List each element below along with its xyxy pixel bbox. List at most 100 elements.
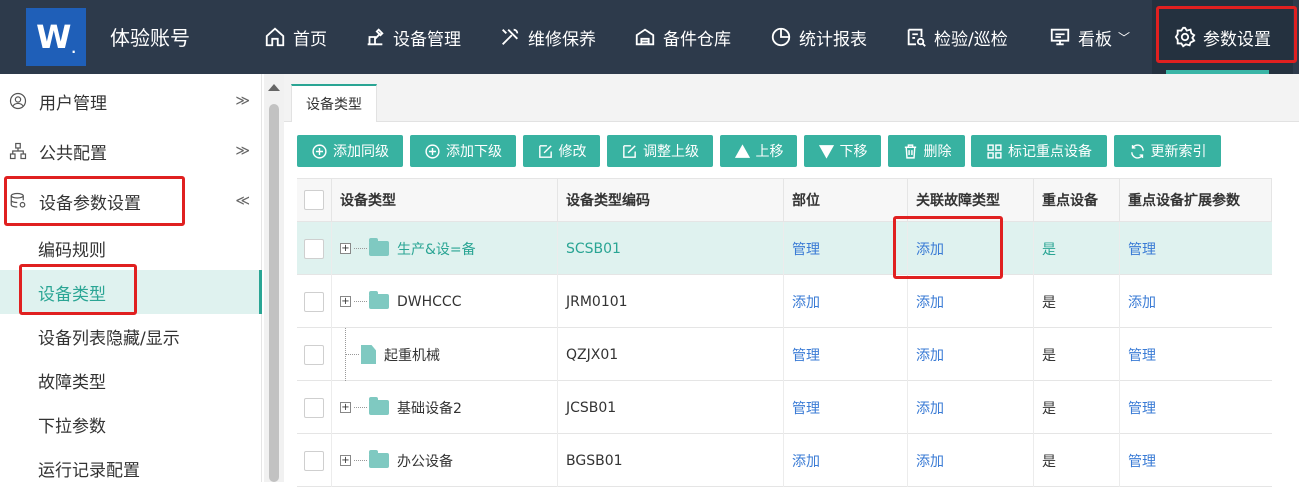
expand-icon[interactable]: + — [340, 455, 351, 466]
row-checkbox[interactable] — [304, 344, 324, 365]
expand-icon[interactable]: + — [340, 243, 351, 254]
edit-icon — [538, 144, 552, 158]
fault-type-cell: 添加 — [907, 275, 1033, 328]
key-ext-params-link[interactable]: 管理 — [1128, 345, 1156, 365]
device-type-cell[interactable]: + DWHCCC — [331, 275, 557, 328]
part-cell: 管理 — [783, 328, 907, 381]
device-type-cell[interactable]: 起重机械 — [331, 328, 557, 381]
tree-line — [346, 354, 359, 355]
fault-type-cell: 添加 — [907, 328, 1033, 381]
sidebar-item-code-rules[interactable]: 编码规则 — [0, 226, 262, 270]
machine-icon — [367, 28, 384, 46]
tree-line — [354, 248, 367, 249]
row-checkbox[interactable] — [304, 397, 324, 418]
row-checkbox-cell — [297, 275, 331, 328]
sidebar-group-user-management[interactable]: 用户管理 ≫ — [0, 76, 262, 126]
nav-parameter-settings[interactable]: 参数设置 — [1152, 0, 1293, 74]
expand-icon[interactable]: + — [340, 402, 351, 413]
part-link[interactable]: 管理 — [792, 345, 820, 365]
key-ext-params-link[interactable]: 添加 — [1128, 292, 1156, 312]
row-checkbox[interactable] — [304, 450, 324, 471]
sidebar-item-fault-type[interactable]: 故障类型 — [0, 358, 262, 402]
sidebar-group-label: 设备参数设置 — [39, 193, 141, 214]
nav-label: 维修保养 — [528, 29, 596, 50]
fault-type-link[interactable]: 添加 — [916, 398, 944, 418]
nav-inspection[interactable]: 检验/巡检 — [905, 0, 1008, 74]
pie-chart-icon — [771, 27, 791, 47]
fault-type-link[interactable]: 添加 — [916, 345, 944, 365]
tab-device-type[interactable]: 设备类型 — [291, 84, 377, 122]
button-label: 下移 — [839, 144, 868, 160]
add-child-button[interactable]: 添加下级 — [410, 135, 516, 167]
key-ext-params-link[interactable]: 管理 — [1128, 451, 1156, 471]
sidebar-group-device-params[interactable]: 设备参数设置 ≪ — [0, 176, 262, 226]
folder-icon — [369, 291, 389, 309]
part-link[interactable]: 添加 — [792, 292, 820, 312]
key-ext-params-link[interactable]: 管理 — [1128, 398, 1156, 418]
sidebar-item-device-type[interactable]: 设备类型 — [0, 270, 262, 314]
sidebar-item-run-record-config[interactable]: 运行记录配置 — [0, 446, 262, 490]
column-header-device-type[interactable]: 设备类型 — [331, 178, 557, 222]
delete-button[interactable]: 删除 — [888, 135, 965, 167]
nav-maintenance[interactable]: 维修保养 — [499, 0, 596, 74]
key-ext-params-link[interactable]: 管理 — [1128, 239, 1156, 259]
part-link[interactable]: 管理 — [792, 239, 820, 259]
nav-spare-parts[interactable]: 备件仓库 — [634, 0, 731, 74]
update-index-button[interactable]: 更新索引 — [1114, 135, 1221, 167]
table-row[interactable]: + 生产&设=备 SCSB01 管理 添加 是 管理 — [297, 222, 1272, 275]
app-logo[interactable]: W. — [26, 8, 86, 66]
device-type-cell[interactable]: + 基础设备2 — [331, 381, 557, 434]
add-sibling-button[interactable]: 添加同级 — [297, 135, 403, 167]
nav-label: 统计报表 — [799, 29, 867, 50]
nav-reports[interactable]: 统计报表 — [770, 0, 867, 74]
part-cell: 添加 — [783, 434, 907, 487]
fault-type-cell: 添加 — [907, 381, 1033, 434]
sidebar-item-dropdown-params[interactable]: 下拉参数 — [0, 402, 262, 446]
edit-button[interactable]: 修改 — [523, 135, 600, 167]
device-type-cell[interactable]: + 生产&设=备 — [331, 222, 557, 275]
table-row[interactable]: + DWHCCC JRM0101 添加 添加 是 添加 — [297, 275, 1272, 328]
move-up-button[interactable]: 上移 — [720, 135, 797, 167]
nav-label: 备件仓库 — [663, 29, 731, 50]
expand-icon[interactable]: + — [340, 296, 351, 307]
grid-icon — [987, 143, 1002, 159]
move-down-button[interactable]: 下移 — [804, 135, 881, 167]
table-row[interactable]: + 基础设备2 JCSB01 管理 添加 是 管理 — [297, 381, 1272, 434]
part-link[interactable]: 添加 — [792, 451, 820, 471]
hierarchy-icon — [9, 142, 27, 160]
row-checkbox[interactable] — [304, 291, 324, 312]
nav-home[interactable]: 首页 — [264, 0, 327, 74]
part-link[interactable]: 管理 — [792, 398, 820, 418]
fault-type-link[interactable]: 添加 — [916, 451, 944, 471]
tree-line — [354, 301, 367, 302]
sidebar-group-public-config[interactable]: 公共配置 ≫ — [0, 126, 262, 176]
table-row[interactable]: 起重机械 QZJX01 管理 添加 是 管理 — [297, 328, 1272, 381]
row-checkbox[interactable] — [304, 238, 324, 259]
table-row[interactable]: + 办公设备 BGSB01 添加 添加 是 管理 — [297, 434, 1272, 487]
key-ext-params-cell: 管理 — [1119, 381, 1272, 434]
nav-label: 首页 — [293, 29, 327, 50]
sidebar-item-list-visibility[interactable]: 设备列表隐藏/显示 — [0, 314, 262, 358]
arrow-up-icon — [734, 143, 750, 158]
column-header-fault-type[interactable]: 关联故障类型 — [907, 178, 1033, 222]
column-header-part[interactable]: 部位 — [783, 178, 907, 222]
fault-type-link[interactable]: 添加 — [916, 292, 944, 312]
device-type-cell[interactable]: + 办公设备 — [331, 434, 557, 487]
sidebar-group-label: 用户管理 — [39, 93, 107, 114]
nav-label: 看板 — [1078, 29, 1112, 50]
column-header-key-ext-params[interactable]: 重点设备扩展参数 — [1119, 178, 1272, 222]
chevron-down-icon: ﹀ — [1118, 30, 1131, 45]
nav-device-management[interactable]: 设备管理 — [364, 0, 461, 74]
scrollbar-thumb[interactable] — [269, 104, 279, 482]
fault-type-link[interactable]: 添加 — [916, 239, 944, 259]
column-header-key-device[interactable]: 重点设备 — [1033, 178, 1119, 222]
select-all-cell — [297, 178, 332, 222]
key-device-cell: 是 — [1033, 328, 1119, 381]
select-all-checkbox[interactable] — [304, 190, 324, 210]
scroll-up-arrow-icon[interactable] — [268, 84, 280, 91]
nav-label: 设备管理 — [393, 29, 461, 50]
column-header-type-code[interactable]: 设备类型编码 — [557, 178, 783, 222]
change-parent-button[interactable]: 调整上级 — [607, 135, 713, 167]
nav-dashboard[interactable]: 看板 ﹀ — [1049, 0, 1130, 74]
mark-key-device-button[interactable]: 标记重点设备 — [971, 135, 1107, 167]
